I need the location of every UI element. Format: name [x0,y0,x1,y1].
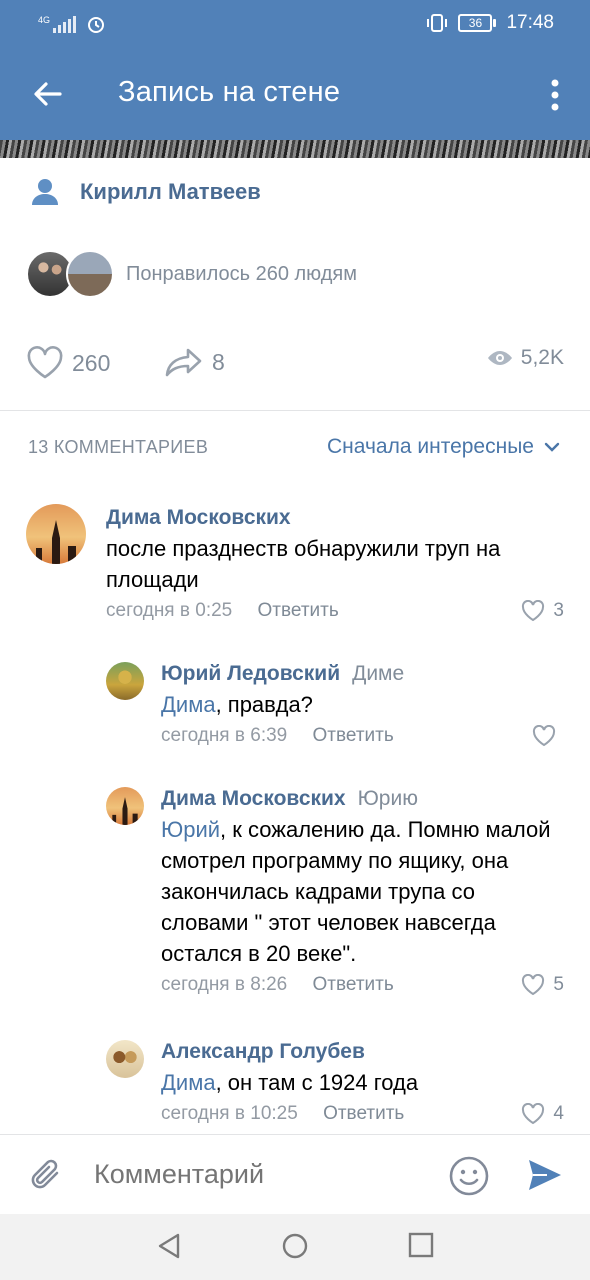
comment-like-button[interactable]: 4 [521,1103,564,1125]
commenter-name[interactable]: Дима Московских [106,506,564,530]
post-actions: 260 8 5,2K [26,346,566,386]
vibrate-icon [427,14,448,32]
nav-back-icon[interactable] [156,1232,182,1260]
heart-icon [522,1103,545,1125]
signal-icon: 4G [38,15,77,33]
comment-like-count: 3 [553,600,564,621]
mention-link[interactable]: Дима [161,1070,216,1095]
battery-icon: 36 [458,14,497,32]
reply-button[interactable]: Ответить [313,725,394,746]
status-bar: 4G 36 17:48 [0,0,590,48]
comment-text: после празднеств обнаружили труп на площ… [106,536,501,592]
comment-text: , к сожалению да. Помню малой смотрел пр… [161,817,551,966]
commenter-avatar[interactable] [106,1040,144,1078]
comment-text: , он там с 1924 года [215,1070,419,1095]
emoji-icon[interactable] [448,1155,490,1197]
eye-icon [487,351,512,365]
share-icon [165,348,202,377]
heart-icon [522,974,545,996]
comment-like-count: 4 [553,1103,564,1124]
comment-like-count: 5 [553,974,564,995]
commenter-name[interactable]: Александр Голубев [161,1040,365,1063]
chevron-down-icon [544,442,560,452]
system-nav-bar [0,1214,590,1280]
sort-label: Сначала интересные [327,435,534,458]
alarm-icon [88,17,105,33]
comment-like-button[interactable] [532,725,564,747]
commenter-avatar[interactable] [26,504,86,564]
commenter-avatar[interactable] [106,662,144,700]
comment-time: сегодня в 6:39 [161,725,288,746]
share-count: 8 [212,348,225,375]
send-icon[interactable] [526,1157,564,1193]
paperclip-icon[interactable] [30,1157,64,1193]
comment-time: сегодня в 10:25 [161,1103,298,1124]
post-author[interactable]: Кирилл Матвеев [32,178,261,206]
back-arrow-icon[interactable] [30,76,66,112]
user-icon [32,179,58,205]
comment-time: сегодня в 0:25 [106,600,233,621]
share-button[interactable]: 8 [164,346,225,378]
commenter-name[interactable]: Дима Московских [161,787,346,810]
post-photo[interactable] [0,140,590,158]
likers-row[interactable]: Понравилось 260 людям [26,250,357,298]
like-button[interactable]: 260 [26,346,110,380]
commenter-name[interactable]: Юрий Ледовский [161,662,340,685]
network-type: 4G [38,15,51,25]
reply-to-name[interactable]: Юрию [358,787,418,810]
more-vertical-icon[interactable] [550,78,560,112]
mention-link[interactable]: Юрий [161,817,220,842]
divider [0,410,590,411]
heart-icon [522,600,545,622]
views-counter: 5,2K [487,346,564,370]
comment-input-bar [0,1134,590,1214]
nav-home-icon[interactable] [281,1232,309,1260]
heart-icon [27,346,63,379]
heart-icon [532,725,556,747]
nav-recents-icon[interactable] [408,1232,434,1258]
views-count: 5,2K [520,346,564,369]
clock: 17:48 [506,12,554,33]
reply-button[interactable]: Ответить [258,600,339,621]
liked-by-text[interactable]: Понравилось 260 людям [126,263,357,286]
comment-like-button[interactable]: 5 [521,974,564,996]
app-header: Запись на стене [0,48,590,140]
page-title: Запись на стене [118,76,341,108]
comments-sort-dropdown[interactable]: Сначала интересные [327,435,560,459]
reply-button[interactable]: Ответить [323,1103,404,1124]
reply-to-name[interactable]: Диме [352,662,404,685]
liker-avatar[interactable] [66,250,114,298]
commenter-avatar[interactable] [106,787,144,825]
comment-like-button[interactable]: 3 [521,600,564,622]
like-count: 260 [72,349,111,376]
comments-count: 13 КОММЕНТАРИЕВ [28,437,209,457]
mention-link[interactable]: Дима [161,692,216,717]
comment-text: , правда? [215,692,313,717]
battery-level: 36 [458,14,493,32]
comment-time: сегодня в 8:26 [161,974,288,995]
reply-button[interactable]: Ответить [313,974,394,995]
comment-input[interactable] [94,1159,424,1190]
author-name[interactable]: Кирилл Матвеев [80,179,261,205]
